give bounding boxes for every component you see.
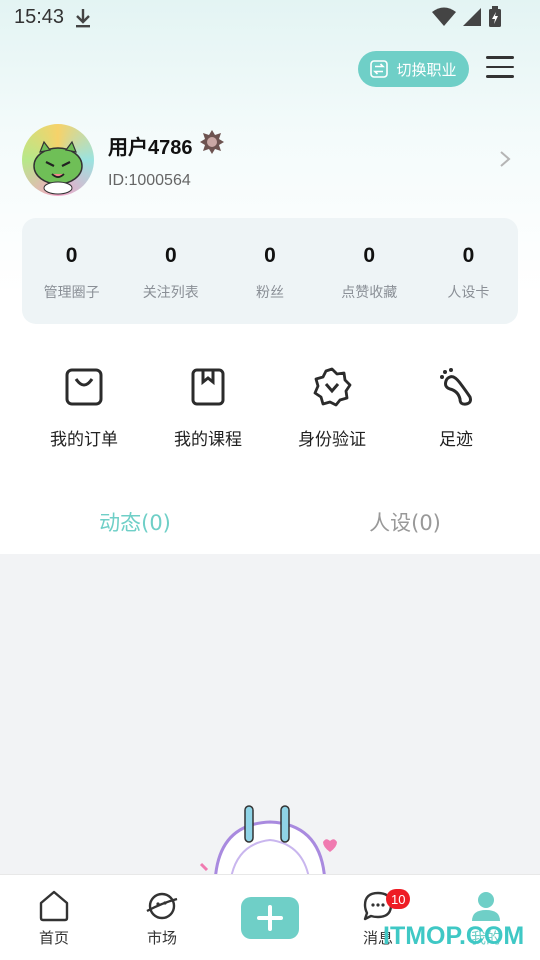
nav-label: 市场 xyxy=(146,929,177,947)
nav-create[interactable] xyxy=(216,875,324,960)
download-icon xyxy=(76,9,90,28)
stat-likes-favorites[interactable]: 0 点赞收藏 xyxy=(320,218,419,324)
wifi-icon xyxy=(432,7,456,26)
tab-posts[interactable]: 动态(0) xyxy=(0,490,270,554)
stat-value: 0 xyxy=(164,244,177,267)
user-id: ID:1000564 xyxy=(108,172,191,189)
stat-label: 点赞收藏 xyxy=(341,285,398,301)
status-bar: 15:43 xyxy=(0,0,540,36)
dragon-avatar xyxy=(33,140,83,195)
book-icon xyxy=(191,368,225,406)
planet-icon xyxy=(146,892,178,920)
create-button[interactable] xyxy=(241,897,299,939)
stat-label: 粉丝 xyxy=(256,285,284,301)
switch-role-label: 切换职业 xyxy=(396,60,457,79)
username: 用户4786 xyxy=(108,137,193,159)
footprints-button[interactable]: 足迹 xyxy=(394,339,518,475)
stat-value: 0 xyxy=(363,244,376,267)
my-orders-button[interactable]: 我的订单 xyxy=(22,339,146,475)
stat-managed-circles[interactable]: 0 管理圈子 xyxy=(22,218,121,324)
footprint-icon xyxy=(440,368,472,406)
stats-card: 0 管理圈子 0 关注列表 0 粉丝 0 点赞收藏 0 人设卡 xyxy=(22,218,518,324)
nav-market[interactable]: 市场 xyxy=(108,875,216,960)
nav-home[interactable]: 首页 xyxy=(0,875,108,960)
stat-value: 0 xyxy=(462,244,475,267)
user-icon xyxy=(472,892,500,921)
content-tabs: 动态(0) 人设(0) xyxy=(0,490,540,554)
identity-verification-button[interactable]: 身份验证 xyxy=(270,339,394,475)
unread-badge: 10 xyxy=(386,889,411,909)
stat-fans[interactable]: 0 粉丝 xyxy=(220,218,319,324)
avatar[interactable] xyxy=(22,124,94,196)
quick-link-label: 我的订单 xyxy=(50,430,118,450)
switch-role-button[interactable]: 切换职业 xyxy=(358,51,469,87)
hamburger-menu-icon[interactable] xyxy=(486,56,514,80)
tab-characters[interactable]: 人设(0) xyxy=(270,490,540,554)
status-time: 15:43 xyxy=(14,6,65,28)
my-courses-button[interactable]: 我的课程 xyxy=(146,339,270,475)
swap-icon xyxy=(370,60,389,78)
level-badge-icon xyxy=(200,130,224,154)
stat-value: 0 xyxy=(264,244,276,267)
plus-icon xyxy=(257,905,283,931)
stat-value: 0 xyxy=(65,244,78,267)
verified-badge-icon xyxy=(313,367,352,407)
stat-following[interactable]: 0 关注列表 xyxy=(121,218,220,324)
quick-link-label: 身份验证 xyxy=(298,430,366,450)
empty-state-illustration xyxy=(199,805,337,874)
stat-label: 人设卡 xyxy=(447,285,490,301)
stat-label: 关注列表 xyxy=(142,285,199,301)
quick-link-label: 我的课程 xyxy=(174,430,242,450)
watermark: ITMOP.COM xyxy=(383,922,525,950)
home-icon xyxy=(39,890,69,922)
quick-links-card: 我的订单 我的课程 身份验证 足迹 xyxy=(22,339,518,475)
stat-character-cards[interactable]: 0 人设卡 xyxy=(419,218,518,324)
nav-label: 首页 xyxy=(38,929,69,947)
content-area xyxy=(0,554,540,874)
signal-icon xyxy=(463,8,481,26)
battery-charging-icon xyxy=(489,6,501,27)
chevron-right-icon[interactable] xyxy=(498,150,512,168)
shopping-bag-icon xyxy=(65,368,103,406)
stat-label: 管理圈子 xyxy=(43,285,100,301)
quick-link-label: 足迹 xyxy=(439,430,473,450)
